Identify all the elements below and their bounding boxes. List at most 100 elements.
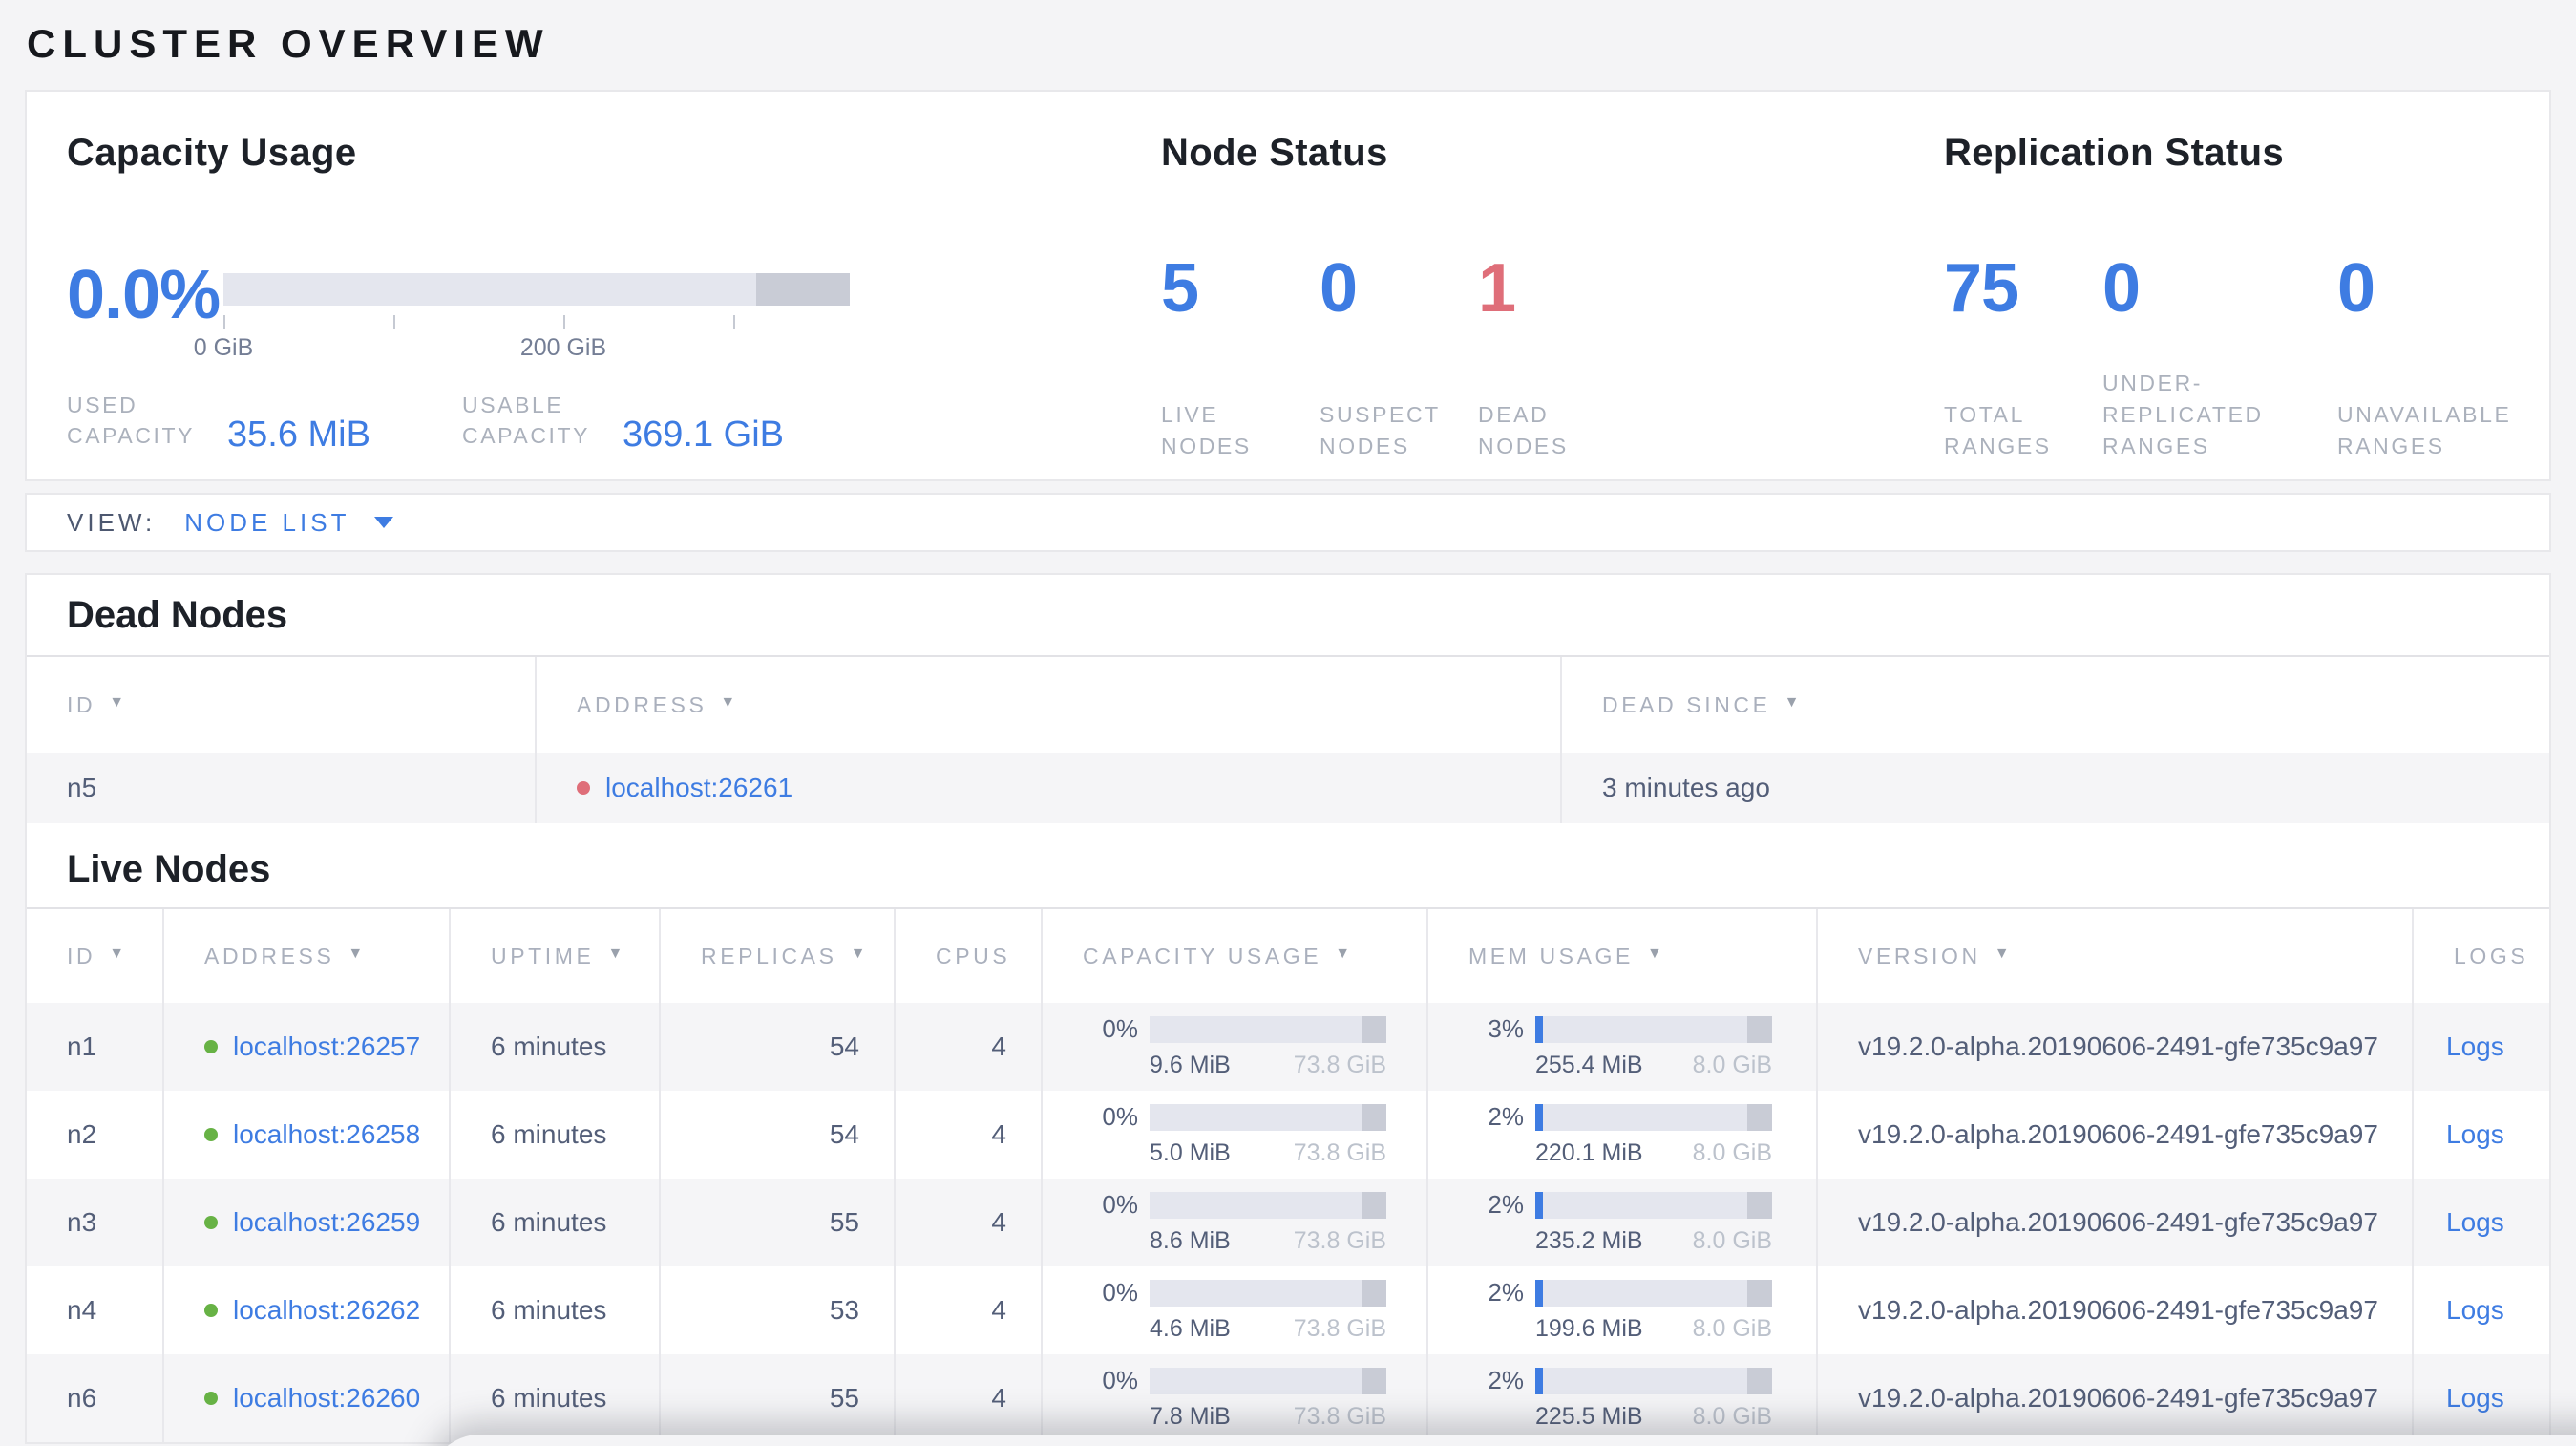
- under-replicated-ranges-label: UNDER-REPLICATED RANGES: [2102, 371, 2264, 458]
- mem-mini-bar: [1535, 1015, 1772, 1043]
- capacity-bar-reserved-segment: [756, 273, 850, 306]
- total-ranges-metric: 75 TOTAL RANGES: [1944, 252, 2102, 462]
- node-id: n1: [67, 1031, 97, 1061]
- usable-capacity-stat: USABLE CAPACITY 369.1 GiB: [462, 390, 784, 455]
- logs-link[interactable]: Logs: [2446, 1119, 2504, 1150]
- capacity-total: 73.8 GiB: [1293, 1139, 1386, 1166]
- unavailable-ranges-count: 0: [2337, 250, 2375, 327]
- node-address-link[interactable]: localhost:26261: [605, 773, 792, 803]
- capacity-axis-labels: 0 GiB 200 GiB: [194, 334, 850, 361]
- mem-used: 225.5 MiB: [1535, 1403, 1643, 1430]
- sort-arrow-icon: ▼: [850, 946, 870, 962]
- version-value: v19.2.0-alpha.20190606-2491-gfe735c9a97: [1858, 1207, 2378, 1237]
- logs-link[interactable]: Logs: [2446, 1383, 2504, 1414]
- usable-capacity-value: 369.1 GiB: [623, 415, 784, 455]
- page-title: CLUSTER OVERVIEW: [27, 21, 550, 66]
- live-header-mem-usage[interactable]: MEM USAGE ▼: [1426, 909, 1816, 1003]
- used-capacity-value: 35.6 MiB: [227, 415, 370, 455]
- capacity-bar: [223, 273, 850, 306]
- live-status-dot-icon: [204, 1128, 218, 1141]
- live-status-dot-icon: [204, 1040, 218, 1053]
- node-address-link[interactable]: localhost:26262: [233, 1295, 420, 1326]
- axis-tick: [393, 315, 395, 329]
- capacity-pct: 0%: [1102, 1102, 1138, 1131]
- mem-usage-cell: 2% 235.2 MiB 8.0 GiB: [1426, 1179, 1816, 1266]
- dead-header-dead-since[interactable]: DEAD SINCE ▼: [1560, 657, 2549, 753]
- sort-arrow-icon: ▼: [720, 694, 739, 711]
- suspect-nodes-metric: 0 SUSPECT NODES: [1320, 252, 1478, 462]
- capacity-pct: 0%: [1102, 1366, 1138, 1394]
- live-header-id[interactable]: ID ▼: [27, 909, 162, 1003]
- logs-link[interactable]: Logs: [2446, 1207, 2504, 1238]
- chevron-down-icon: [374, 517, 394, 528]
- uptime-value: 6 minutes: [491, 1207, 607, 1237]
- live-nodes-count: 5: [1161, 250, 1199, 327]
- live-header-replicas[interactable]: REPLICAS ▼: [659, 909, 894, 1003]
- live-node-row: n2 localhost:26258 6 minutes 54 4 0% 5.0…: [27, 1091, 2549, 1179]
- sort-arrow-icon: ▼: [1784, 694, 1804, 711]
- node-address-link[interactable]: localhost:26258: [233, 1119, 420, 1150]
- live-status-dot-icon: [204, 1392, 218, 1405]
- capacity-total: 73.8 GiB: [1293, 1315, 1386, 1342]
- capacity-pct: 0%: [1102, 1190, 1138, 1219]
- uptime-value: 6 minutes: [491, 1383, 607, 1413]
- live-status-dot-icon: [204, 1216, 218, 1229]
- replicas-value: 54: [829, 1119, 859, 1149]
- live-node-row: n1 localhost:26257 6 minutes 54 4 0% 9.6…: [27, 1003, 2549, 1091]
- mem-pct: 2%: [1488, 1190, 1524, 1219]
- node-address-link[interactable]: localhost:26257: [233, 1031, 420, 1062]
- live-header-uptime[interactable]: UPTIME ▼: [449, 909, 659, 1003]
- mem-usage-cell: 2% 199.6 MiB 8.0 GiB: [1426, 1266, 1816, 1354]
- capacity-usage-title: Capacity Usage: [67, 132, 357, 174]
- live-node-row: n4 localhost:26262 6 minutes 53 4 0% 4.6…: [27, 1266, 2549, 1354]
- under-replicated-ranges-count: 0: [2102, 250, 2141, 327]
- replicas-value: 54: [829, 1031, 859, 1061]
- dead-node-row: n5 localhost:26261 3 minutes ago: [27, 753, 2549, 823]
- capacity-mini-bar: [1150, 1191, 1386, 1219]
- view-dropdown-value[interactable]: NODE LIST: [184, 508, 349, 538]
- logs-link[interactable]: Logs: [2446, 1295, 2504, 1326]
- under-replicated-ranges-metric: 0 UNDER-REPLICATED RANGES: [2102, 252, 2337, 462]
- replicas-value: 53: [829, 1295, 859, 1325]
- node-status-title: Node Status: [1161, 132, 1388, 174]
- nodes-tables-card: Dead Nodes ID ▼ ADDRESS ▼ DEAD SINCE ▼ n5 l…: [25, 573, 2551, 1444]
- uptime-value: 6 minutes: [491, 1031, 607, 1061]
- mem-total: 8.0 GiB: [1692, 1227, 1772, 1254]
- mem-usage-cell: 2% 220.1 MiB 8.0 GiB: [1426, 1091, 1816, 1179]
- version-value: v19.2.0-alpha.20190606-2491-gfe735c9a97: [1858, 1383, 2378, 1413]
- sort-arrow-icon: ▼: [109, 946, 128, 962]
- view-dropdown[interactable]: NODE LIST: [184, 508, 394, 538]
- dead-nodes-metric: 1 DEAD NODES: [1478, 252, 1636, 462]
- live-nodes-label: LIVE NODES: [1161, 402, 1252, 458]
- dead-since-value: 3 minutes ago: [1602, 773, 1770, 802]
- node-address-link[interactable]: localhost:26260: [233, 1383, 420, 1414]
- node-id: n3: [67, 1207, 97, 1237]
- replicas-value: 55: [829, 1383, 859, 1413]
- capacity-mini-bar: [1150, 1103, 1386, 1131]
- node-address-link[interactable]: localhost:26259: [233, 1207, 420, 1238]
- offscreen-element-shadow: [430, 1435, 2576, 1446]
- cluster-overview-page: CLUSTER OVERVIEW Capacity Usage 0.0% 0 G…: [0, 0, 2576, 1446]
- cpus-value: 4: [991, 1031, 1006, 1061]
- capacity-bar-chart: 0 GiB 200 GiB: [194, 273, 850, 361]
- sort-arrow-icon: ▼: [1335, 946, 1354, 962]
- live-header-address[interactable]: ADDRESS ▼: [162, 909, 449, 1003]
- capacity-total: 73.8 GiB: [1293, 1227, 1386, 1254]
- mem-used: 235.2 MiB: [1535, 1227, 1643, 1254]
- view-selector-bar: VIEW: NODE LIST: [25, 493, 2551, 552]
- mem-usage-cell: 2% 225.5 MiB 8.0 GiB: [1426, 1354, 1816, 1442]
- live-header-version[interactable]: VERSION ▼: [1816, 909, 2412, 1003]
- mem-total: 8.0 GiB: [1692, 1315, 1772, 1342]
- capacity-usage-panel: Capacity Usage 0.0% 0 GiB 200 GiB USED C…: [67, 132, 1098, 455]
- dead-header-address[interactable]: ADDRESS ▼: [535, 657, 1560, 753]
- logs-link[interactable]: Logs: [2446, 1031, 2504, 1062]
- mem-mini-bar: [1535, 1103, 1772, 1131]
- node-id: n2: [67, 1119, 97, 1149]
- mem-total: 8.0 GiB: [1692, 1139, 1772, 1166]
- dead-header-id[interactable]: ID ▼: [27, 657, 535, 753]
- uptime-value: 6 minutes: [491, 1295, 607, 1325]
- live-nodes-heading: Live Nodes: [67, 848, 271, 890]
- mem-total: 8.0 GiB: [1692, 1052, 1772, 1078]
- live-header-capacity-usage[interactable]: CAPACITY USAGE ▼: [1041, 909, 1426, 1003]
- suspect-nodes-count: 0: [1320, 250, 1358, 327]
